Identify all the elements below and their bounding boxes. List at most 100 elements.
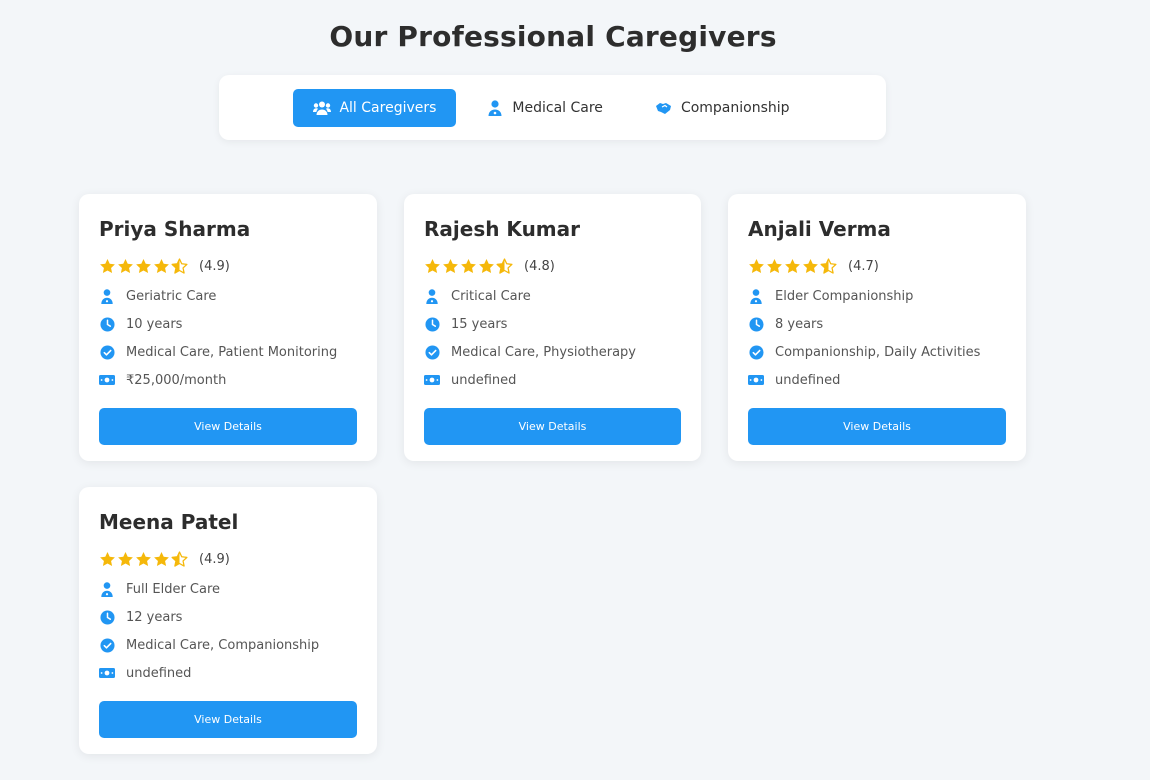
view-details-button[interactable]: View Details bbox=[424, 408, 681, 445]
experience-row: 12 years bbox=[99, 603, 357, 631]
filter-companionship-button[interactable]: Companionship bbox=[633, 89, 812, 127]
experience-row: 8 years bbox=[748, 310, 1006, 338]
specialty-text: Full Elder Care bbox=[126, 581, 221, 597]
caregiver-name: Anjali Verma bbox=[748, 217, 891, 241]
money-bill-icon bbox=[424, 372, 440, 388]
services-row: Medical Care, Patient Monitoring bbox=[99, 338, 357, 366]
clock-icon bbox=[99, 316, 115, 332]
star-icon bbox=[154, 258, 169, 273]
rating-value: (4.9) bbox=[199, 551, 230, 567]
star-icon bbox=[785, 258, 800, 273]
star-icon bbox=[479, 258, 494, 273]
handshake-icon bbox=[655, 100, 673, 116]
user-doctor-icon bbox=[99, 288, 115, 304]
rate-text: ₹25,000/month bbox=[126, 372, 227, 388]
clock-icon bbox=[748, 316, 764, 332]
star-icon bbox=[100, 258, 115, 273]
user-doctor-icon bbox=[99, 581, 115, 597]
experience-text: 15 years bbox=[451, 316, 508, 332]
star-icon bbox=[171, 550, 188, 567]
caregiver-card: Anjali Verma (4.7) Elder Companionship 8… bbox=[728, 194, 1026, 461]
experience-row: 10 years bbox=[99, 310, 357, 338]
caregiver-card: Priya Sharma (4.9) Geriatric Care 10 yea… bbox=[79, 194, 377, 461]
experience-text: 10 years bbox=[126, 316, 183, 332]
clock-icon bbox=[424, 316, 440, 332]
rate-text: undefined bbox=[451, 372, 517, 388]
rating-row: (4.9) bbox=[99, 549, 357, 569]
star-icon bbox=[154, 551, 169, 566]
star-icon bbox=[136, 258, 151, 273]
rating-row: (4.9) bbox=[99, 256, 357, 276]
check-circle-icon bbox=[748, 344, 764, 360]
star-icon bbox=[100, 551, 115, 566]
check-circle-icon bbox=[99, 344, 115, 360]
star-icon bbox=[443, 258, 458, 273]
rate-text: undefined bbox=[775, 372, 841, 388]
rating-row: (4.7) bbox=[748, 256, 1006, 276]
experience-text: 12 years bbox=[126, 609, 183, 625]
star-icon bbox=[767, 258, 782, 273]
star-icon bbox=[803, 258, 818, 273]
specialty-row: Critical Care bbox=[424, 282, 681, 310]
star-icon bbox=[461, 258, 476, 273]
caregiver-card: Meena Patel (4.9) Full Elder Care 12 yea… bbox=[79, 487, 377, 754]
caregiver-card: Rajesh Kumar (4.8) Critical Care 15 year… bbox=[404, 194, 701, 461]
view-details-button[interactable]: View Details bbox=[99, 701, 357, 738]
caregiver-name: Priya Sharma bbox=[99, 217, 251, 241]
view-details-button[interactable]: View Details bbox=[99, 408, 357, 445]
money-bill-icon bbox=[99, 372, 115, 388]
rating-value: (4.8) bbox=[524, 258, 555, 274]
star-rating bbox=[748, 257, 837, 275]
services-text: Medical Care, Patient Monitoring bbox=[126, 344, 338, 360]
filter-label: All Caregivers bbox=[339, 99, 437, 116]
money-bill-icon bbox=[748, 372, 764, 388]
user-doctor-icon bbox=[424, 288, 440, 304]
star-rating bbox=[424, 257, 513, 275]
page-title: Our Professional Caregivers bbox=[329, 20, 777, 53]
specialty-row: Elder Companionship bbox=[748, 282, 1006, 310]
view-details-button[interactable]: View Details bbox=[748, 408, 1006, 445]
services-row: Companionship, Daily Activities bbox=[748, 338, 1006, 366]
rate-row: ₹25,000/month bbox=[99, 366, 357, 394]
star-icon bbox=[496, 257, 513, 274]
star-icon bbox=[118, 258, 133, 273]
filter-all-caregivers-button[interactable]: All Caregivers bbox=[293, 88, 457, 127]
star-icon bbox=[136, 551, 151, 566]
filter-medical-care-button[interactable]: Medical Care bbox=[464, 89, 625, 127]
check-circle-icon bbox=[99, 637, 115, 653]
rate-text: undefined bbox=[126, 665, 192, 681]
specialty-text: Critical Care bbox=[451, 288, 531, 304]
experience-row: 15 years bbox=[424, 310, 681, 338]
clock-icon bbox=[99, 609, 115, 625]
star-icon bbox=[118, 551, 133, 566]
filter-label: Companionship bbox=[680, 99, 790, 116]
star-rating bbox=[99, 257, 188, 275]
specialty-text: Elder Companionship bbox=[775, 288, 914, 304]
users-icon bbox=[313, 100, 332, 116]
filter-label: Medical Care bbox=[512, 99, 603, 116]
caregiver-name: Meena Patel bbox=[99, 510, 239, 534]
rating-value: (4.7) bbox=[848, 258, 879, 274]
specialty-text: Geriatric Care bbox=[126, 288, 217, 304]
specialty-row: Geriatric Care bbox=[99, 282, 357, 310]
rate-row: undefined bbox=[424, 366, 681, 394]
experience-text: 8 years bbox=[775, 316, 824, 332]
services-text: Medical Care, Physiotherapy bbox=[451, 344, 637, 360]
user-doctor-icon bbox=[486, 99, 504, 116]
rating-row: (4.8) bbox=[424, 256, 681, 276]
services-text: Medical Care, Companionship bbox=[126, 637, 320, 653]
star-rating bbox=[99, 550, 188, 568]
specialty-row: Full Elder Care bbox=[99, 575, 357, 603]
star-icon bbox=[820, 257, 837, 274]
star-icon bbox=[749, 258, 764, 273]
services-text: Companionship, Daily Activities bbox=[775, 344, 981, 360]
rate-row: undefined bbox=[748, 366, 1006, 394]
caregiver-name: Rajesh Kumar bbox=[424, 217, 581, 241]
star-icon bbox=[425, 258, 440, 273]
check-circle-icon bbox=[424, 344, 440, 360]
money-bill-icon bbox=[99, 665, 115, 681]
user-doctor-icon bbox=[748, 288, 764, 304]
rate-row: undefined bbox=[99, 659, 357, 687]
services-row: Medical Care, Companionship bbox=[99, 631, 357, 659]
star-icon bbox=[171, 257, 188, 274]
